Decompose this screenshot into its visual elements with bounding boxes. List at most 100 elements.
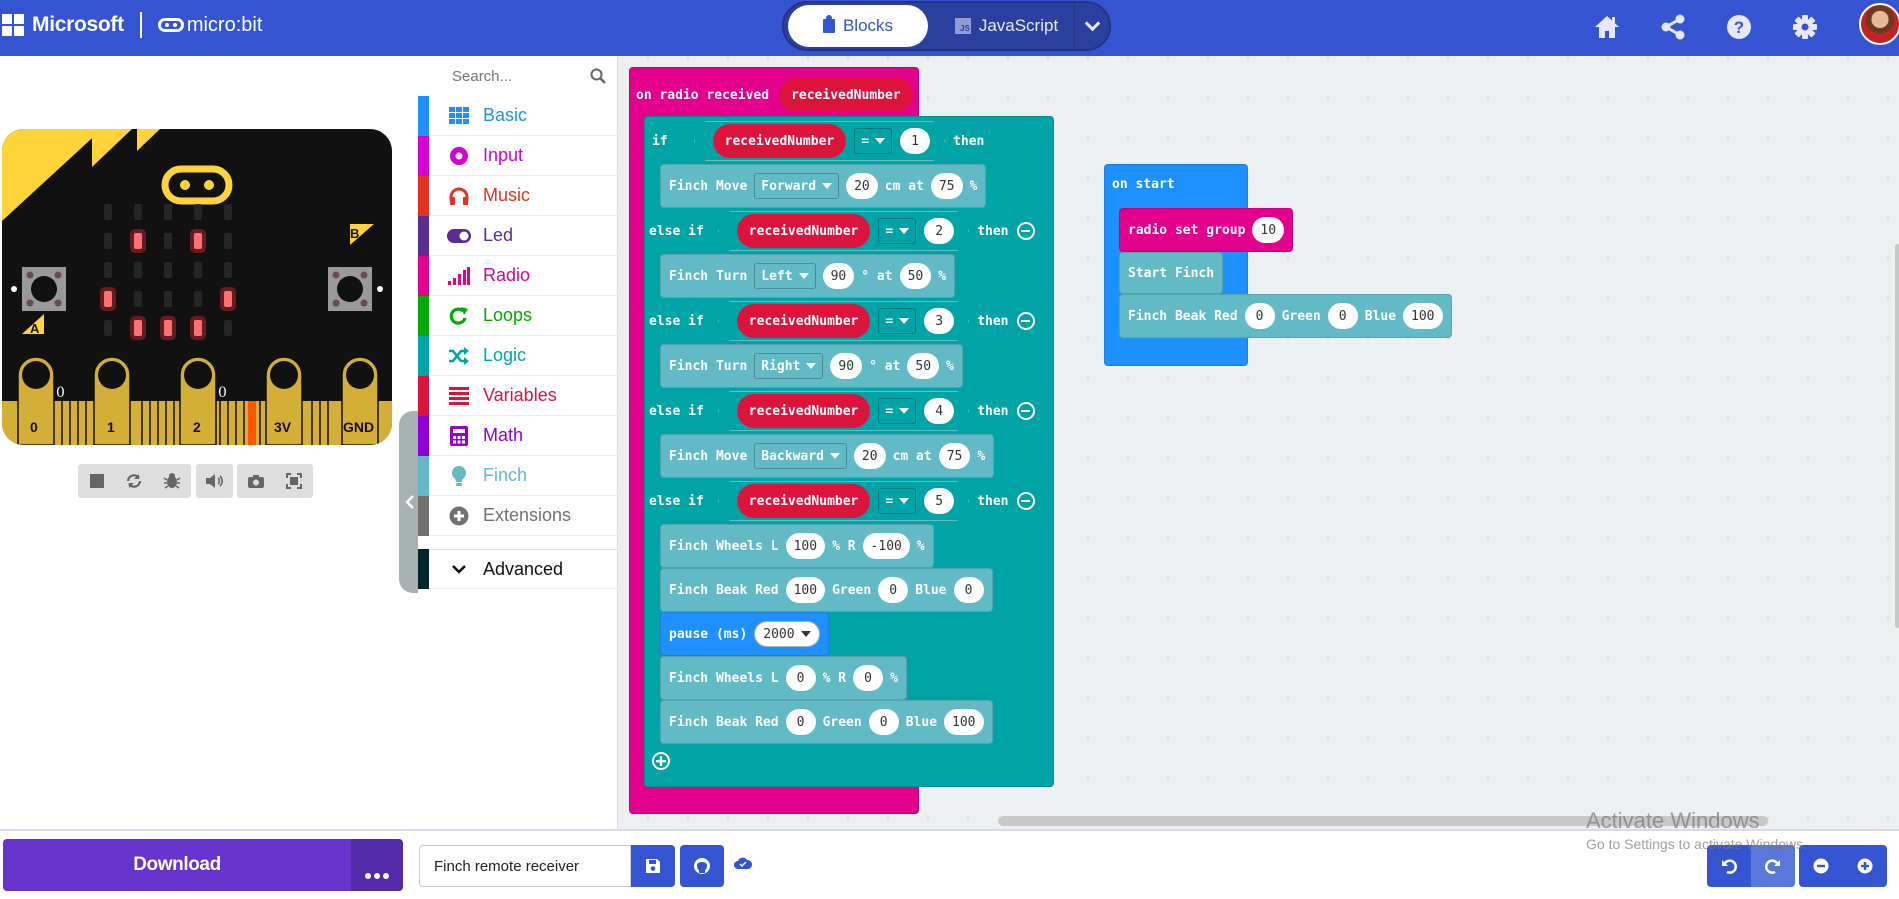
remove-branch-icon[interactable] <box>1016 492 1035 510</box>
start-finch-block[interactable]: Start Finch <box>1119 252 1224 294</box>
beak-blue-input[interactable]: 100 <box>944 709 984 735</box>
operator-dropdown[interactable]: = <box>854 128 892 154</box>
left-wheel-input[interactable]: 100 <box>785 533 826 559</box>
finch-beak-block[interactable]: Finch Beak Red 100 Green 0 Blue 0 <box>660 568 993 612</box>
speed-input[interactable]: 75 <box>938 443 971 469</box>
direction-dropdown[interactable]: Left <box>754 263 816 289</box>
share-button[interactable] <box>1657 11 1689 43</box>
category-loops[interactable]: Loops <box>418 295 618 336</box>
pin-2[interactable]: 2 <box>193 419 201 435</box>
tab-javascript[interactable]: JS JavaScript <box>939 5 1074 47</box>
zoom-in-button[interactable] <box>1843 845 1887 887</box>
left-wheel-input[interactable]: 0 <box>785 665 816 691</box>
download-more-button[interactable] <box>351 839 403 891</box>
direction-dropdown[interactable]: Backward <box>754 443 847 469</box>
microbit-simulator[interactable]: A B 0 0 0 1 2 3V GND <box>2 129 392 445</box>
comparison-block[interactable]: receivedNumber = 2 <box>718 211 969 251</box>
search-icon[interactable] <box>590 68 606 84</box>
search-input[interactable]: Search... <box>452 68 512 85</box>
category-radio[interactable]: Radio <box>418 255 618 296</box>
category-input[interactable]: Input <box>418 135 618 176</box>
pin-1[interactable]: 1 <box>107 419 115 435</box>
help-button[interactable]: ? <box>1723 11 1755 43</box>
finch-wheels-block[interactable]: Finch Wheels L 0 % R 0 % <box>660 656 907 700</box>
settings-button[interactable] <box>1789 11 1821 43</box>
pin-3v[interactable]: 3V <box>274 419 291 435</box>
finch-wheels-block[interactable]: Finch Wheels L 100 % R -100 % <box>660 524 934 568</box>
operator-dropdown[interactable]: = <box>878 308 916 334</box>
user-avatar[interactable] <box>1859 3 1899 45</box>
received-number-param[interactable]: receivedNumber <box>779 78 913 112</box>
beak-blue-input[interactable]: 100 <box>1403 303 1443 329</box>
project-name-input[interactable] <box>419 845 631 887</box>
comparison-block[interactable]: receivedNumber = 3 <box>718 301 969 341</box>
collapse-simulator-button[interactable] <box>399 411 420 593</box>
compare-value-input[interactable]: 3 <box>924 308 954 334</box>
add-branch-icon[interactable] <box>652 752 670 770</box>
category-basic[interactable]: Basic <box>418 95 618 136</box>
received-number-variable[interactable]: receivedNumber <box>737 484 871 518</box>
finch-move-block[interactable]: Finch Move Backward 20 cm at 75 % <box>660 434 995 478</box>
category-led[interactable]: Led <box>418 215 618 256</box>
beak-red-input[interactable]: 100 <box>785 577 826 603</box>
pin-gnd[interactable]: GND <box>343 419 374 435</box>
button-a[interactable] <box>16 253 72 325</box>
pin-0[interactable]: 0 <box>30 419 38 435</box>
beak-red-input[interactable]: 0 <box>785 709 816 735</box>
beak-green-input[interactable]: 0 <box>878 577 909 603</box>
microbit-label[interactable]: micro:bit <box>187 14 263 37</box>
category-advanced[interactable]: Advanced <box>418 549 618 589</box>
radio-set-group-block[interactable]: radio set group 10 <box>1119 208 1294 252</box>
speed-input[interactable]: 75 <box>930 173 963 199</box>
remove-branch-icon[interactable] <box>1016 312 1035 330</box>
compare-value-input[interactable]: 4 <box>924 398 954 424</box>
speed-input[interactable]: 50 <box>907 353 940 379</box>
angle-input[interactable]: 90 <box>822 263 855 289</box>
category-extensions[interactable]: Extensions <box>418 495 618 536</box>
blocks-workspace[interactable]: on radio received receivedNumber on star… <box>618 56 1899 829</box>
radio-group-input[interactable]: 10 <box>1252 217 1285 243</box>
compare-value-input[interactable]: 2 <box>924 218 954 244</box>
pause-duration-dropdown[interactable]: 2000 <box>754 621 820 647</box>
debug-button[interactable] <box>158 467 186 495</box>
microbit-logo-icon[interactable] <box>157 18 184 32</box>
cloud-saved-indicator[interactable] <box>733 855 753 876</box>
beak-red-input[interactable]: 0 <box>1244 303 1275 329</box>
right-wheel-input[interactable]: -100 <box>862 533 910 559</box>
fullscreen-button[interactable] <box>280 467 308 495</box>
beak-green-input[interactable]: 0 <box>868 709 899 735</box>
finch-move-block[interactable]: Finch Move Forward 20 cm at 75 % <box>660 164 987 208</box>
category-variables[interactable]: Variables <box>418 375 618 416</box>
comparison-block[interactable]: receivedNumber = 1 <box>694 121 945 161</box>
dist-input[interactable]: 20 <box>846 173 878 199</box>
received-number-variable[interactable]: receivedNumber <box>713 124 847 158</box>
category-math[interactable]: Math <box>418 415 618 456</box>
received-number-variable[interactable]: receivedNumber <box>737 214 871 248</box>
pause-block[interactable]: pause (ms) 2000 <box>660 612 829 656</box>
stop-button[interactable] <box>83 467 111 495</box>
category-finch[interactable]: Finch <box>418 455 618 496</box>
beak-blue-input[interactable]: 0 <box>953 577 984 603</box>
save-button[interactable] <box>631 845 675 887</box>
toolbox-search[interactable]: Search... <box>434 56 618 96</box>
finch-turn-block[interactable]: Finch Turn Right 90 ° at 50 % <box>660 344 963 388</box>
beak-green-input[interactable]: 0 <box>1327 303 1358 329</box>
category-music[interactable]: Music <box>418 175 618 216</box>
speed-input[interactable]: 50 <box>899 263 932 289</box>
right-wheel-input[interactable]: 0 <box>853 665 884 691</box>
direction-dropdown[interactable]: Forward <box>754 173 840 199</box>
home-button[interactable] <box>1591 11 1623 43</box>
remove-branch-icon[interactable] <box>1016 402 1035 420</box>
finch-turn-block[interactable]: Finch Turn Left 90 ° at 50 % <box>660 254 956 298</box>
angle-input[interactable]: 90 <box>830 353 863 379</box>
direction-dropdown[interactable]: Right <box>754 353 824 379</box>
received-number-variable[interactable]: receivedNumber <box>737 394 871 428</box>
operator-dropdown[interactable]: = <box>878 218 916 244</box>
dist-input[interactable]: 20 <box>853 443 886 469</box>
mute-button[interactable] <box>201 467 229 495</box>
download-button[interactable]: Download <box>3 839 351 891</box>
tab-blocks[interactable]: Blocks <box>788 5 928 47</box>
github-button[interactable] <box>680 845 724 887</box>
received-number-variable[interactable]: receivedNumber <box>737 304 871 338</box>
remove-branch-icon[interactable] <box>1016 222 1035 240</box>
